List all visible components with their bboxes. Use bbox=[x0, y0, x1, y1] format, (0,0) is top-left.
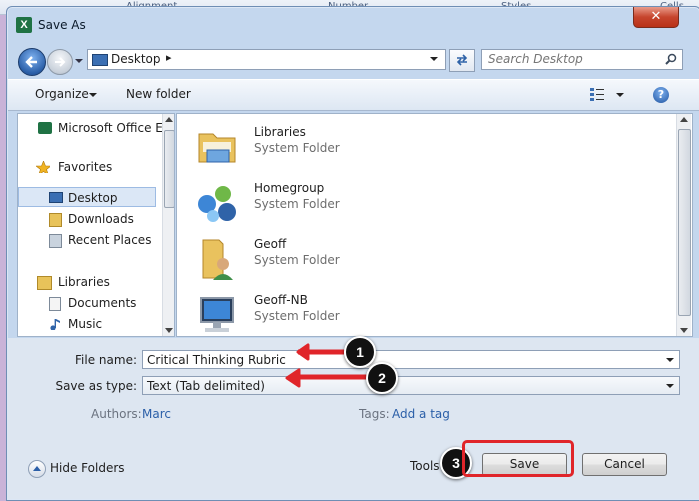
arrowhead-icon bbox=[285, 368, 301, 388]
save-button-highlight bbox=[462, 440, 574, 477]
annotation-arrows bbox=[285, 343, 368, 388]
step-2-callout: 2 bbox=[366, 362, 398, 394]
step-1-callout: 1 bbox=[344, 336, 376, 368]
arrowhead-icon bbox=[296, 343, 310, 361]
